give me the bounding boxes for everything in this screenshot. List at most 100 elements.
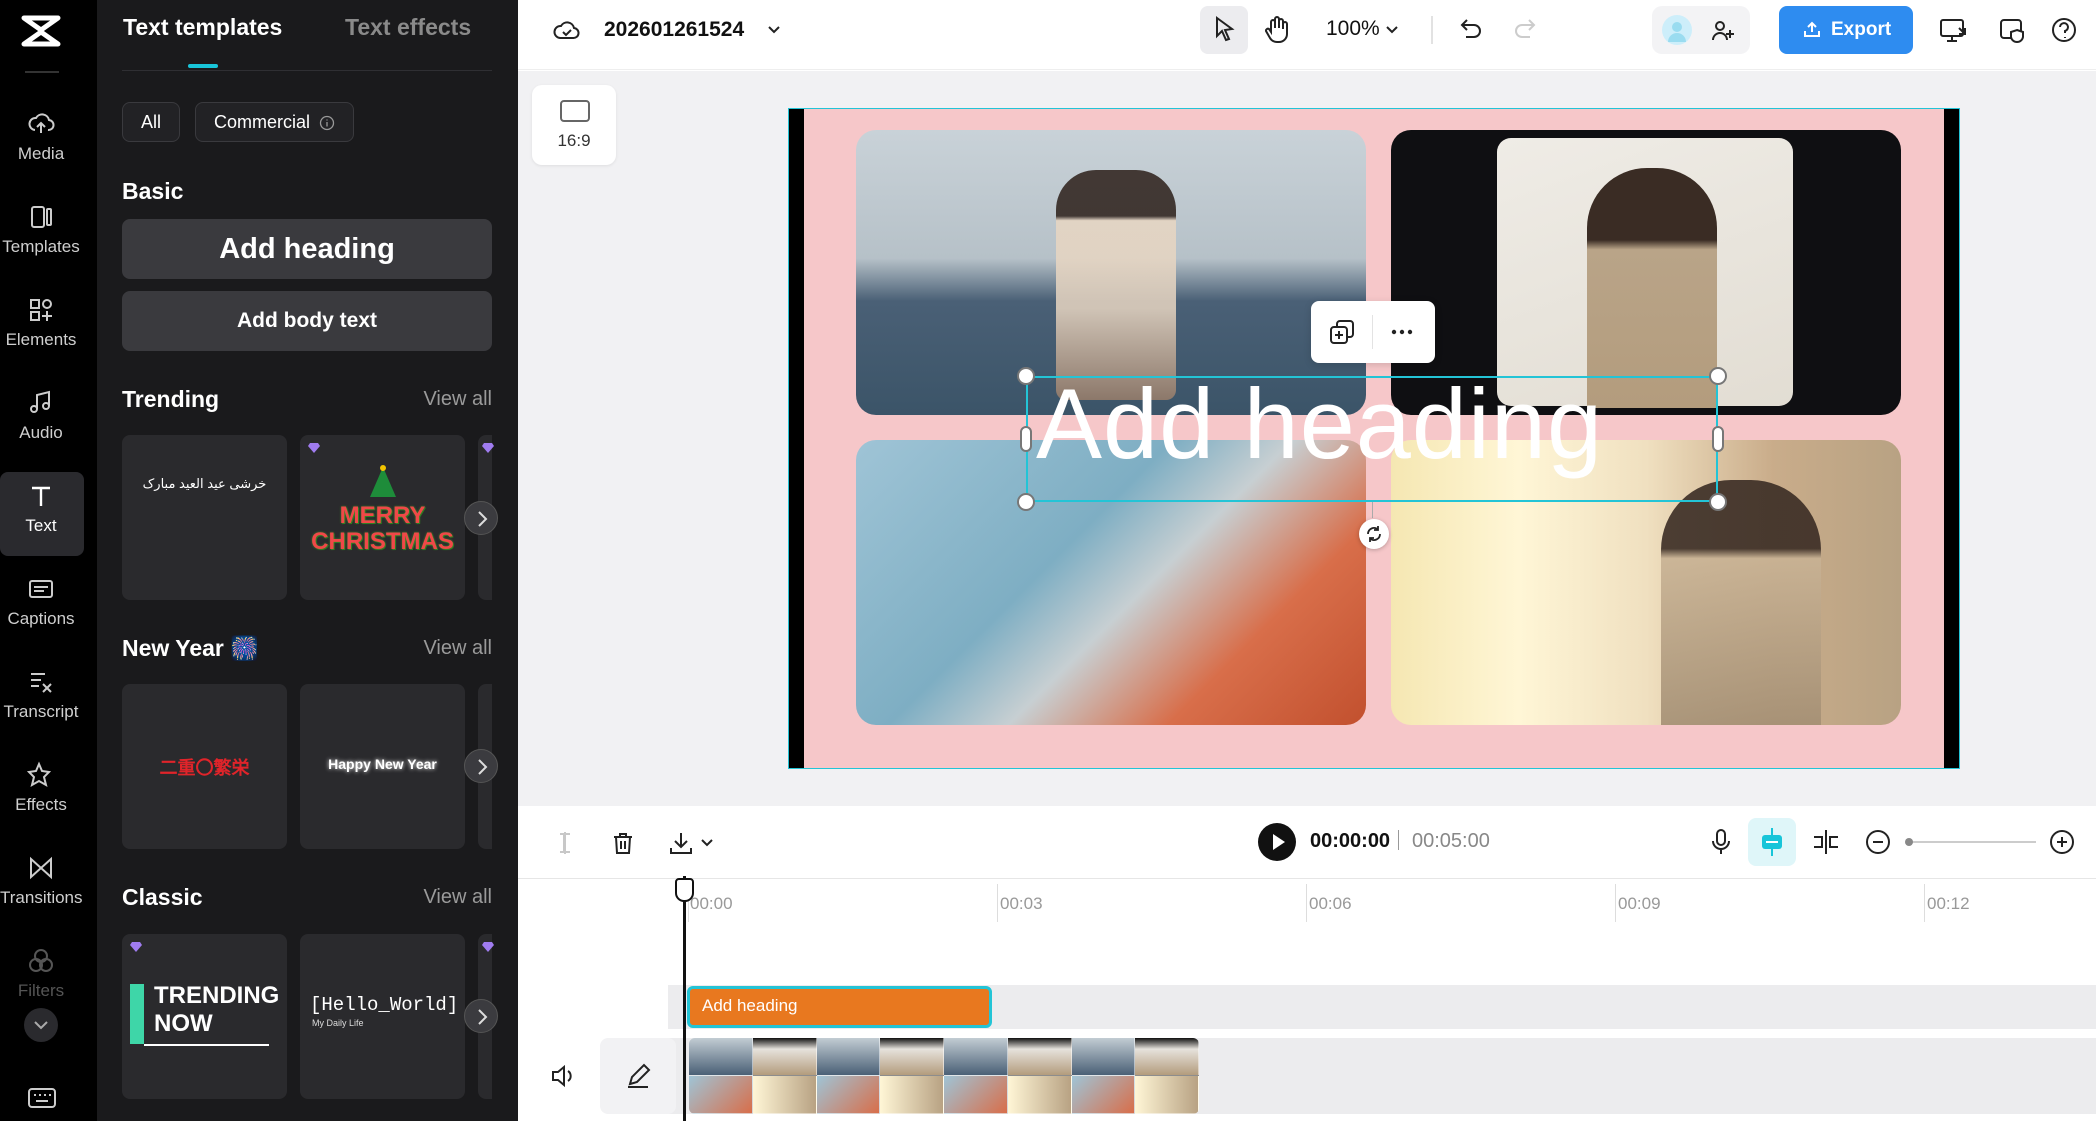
premium-diamond-icon	[482, 942, 494, 952]
duplicate-icon[interactable]	[1327, 317, 1357, 347]
timeline-zoom-slider[interactable]	[1905, 838, 2036, 846]
cloud-sync-icon[interactable]	[552, 16, 582, 46]
download-icon[interactable]	[666, 828, 696, 858]
view-all-classic-link[interactable]: View all	[423, 886, 492, 909]
edit-cover-button[interactable]	[600, 1038, 676, 1114]
undo-icon[interactable]	[1454, 14, 1486, 46]
select-tool-button[interactable]	[1200, 6, 1248, 54]
view-all-new-year-link[interactable]: View all	[423, 637, 492, 660]
zoom-slider-thumb[interactable]	[1905, 838, 1913, 846]
rail-expand-button[interactable]	[24, 1008, 58, 1042]
rail-item-effects[interactable]: Effects	[0, 751, 97, 835]
more-options-icon[interactable]	[1387, 317, 1417, 347]
carousel-next-button[interactable]	[464, 501, 498, 535]
help-icon[interactable]	[2048, 14, 2080, 46]
add-body-text-button[interactable]: Add body text	[122, 291, 492, 351]
carousel-next-button[interactable]	[464, 749, 498, 783]
rail-label: Text	[25, 516, 57, 535]
resize-handle-top-left[interactable]	[1017, 367, 1035, 385]
template-card[interactable]: TRENDING NOW	[122, 934, 287, 1099]
section-title-new-year: New Year 🎆	[122, 635, 259, 661]
collaborators-group[interactable]	[1652, 6, 1750, 54]
rail-item-elements[interactable]: Elements	[0, 286, 97, 370]
rail-label: Filters	[17, 981, 65, 1000]
template-card[interactable]: Happy New Year	[300, 684, 465, 849]
aspect-ratio-button[interactable]: 16:9	[532, 85, 616, 165]
template-card[interactable]: [Hello_World] My Daily Life	[300, 934, 465, 1099]
delete-icon[interactable]	[608, 828, 638, 858]
microphone-icon[interactable]	[1705, 826, 1737, 858]
hand-tool-button[interactable]	[1254, 6, 1302, 54]
carousel-next-button[interactable]	[464, 999, 498, 1033]
top-bar: 202601261524 100% Export	[518, 0, 2096, 70]
total-time: 00:05:00	[1412, 830, 1490, 852]
shield-check-icon[interactable]	[1996, 14, 2028, 46]
resize-handle-top-right[interactable]	[1709, 367, 1727, 385]
zoom-out-icon[interactable]	[1864, 828, 1892, 856]
premium-diamond-icon	[130, 942, 142, 952]
zoom-level[interactable]: 100%	[1326, 17, 1380, 41]
resize-handle-bottom-left[interactable]	[1017, 493, 1035, 511]
add-user-icon[interactable]	[1710, 18, 1736, 44]
ruler-tick: 00:12	[1927, 894, 1970, 913]
template-card[interactable]: خرشی عید العید مبارک	[122, 435, 287, 600]
add-heading-button[interactable]: Add heading	[122, 219, 492, 279]
rail-label: Captions	[7, 609, 75, 628]
capcut-logo-icon[interactable]	[18, 10, 64, 52]
filter-chip-commercial[interactable]: Commercial	[195, 102, 355, 142]
active-tab-indicator	[188, 64, 218, 68]
christmas-tree-icon	[370, 465, 396, 497]
template-preview-text: [Hello_World]	[310, 994, 459, 1016]
playhead[interactable]	[683, 876, 686, 1121]
play-button[interactable]	[1258, 823, 1296, 861]
chevron-down-icon[interactable]	[1382, 20, 1402, 40]
elements-icon	[27, 296, 55, 324]
rail-item-text[interactable]: Text	[0, 472, 97, 556]
underline-decoration	[144, 1044, 269, 1046]
chevron-down-icon[interactable]	[764, 20, 784, 40]
avatar[interactable]	[1662, 15, 1692, 45]
text-clip[interactable]: Add heading	[687, 986, 992, 1028]
export-button[interactable]: Export	[1779, 6, 1913, 54]
resize-handle-left[interactable]	[1020, 426, 1032, 452]
rotate-handle[interactable]	[1359, 519, 1389, 549]
resize-handle-bottom-right[interactable]	[1709, 493, 1727, 511]
project-name[interactable]: 202601261524	[604, 18, 744, 42]
zoom-in-icon[interactable]	[2048, 828, 2076, 856]
ruler-tick: 00:09	[1618, 894, 1661, 913]
view-all-trending-link[interactable]: View all	[423, 388, 492, 411]
template-card[interactable]: 二重〇繁栄	[122, 684, 287, 849]
transcript-icon	[27, 668, 55, 696]
snap-icon	[1762, 828, 1782, 856]
video-clip[interactable]	[689, 1038, 1199, 1114]
rotate-connector	[1372, 502, 1373, 518]
magnet-snap-button[interactable]	[1748, 818, 1796, 866]
rail-item-transitions[interactable]: Transitions	[0, 844, 97, 928]
rail-item-audio[interactable]: Audio	[0, 379, 97, 463]
panel-divider	[122, 70, 492, 71]
rail-item-templates[interactable]: Templates	[0, 193, 97, 277]
split-clip-icon[interactable]	[1810, 826, 1842, 858]
selection-box[interactable]	[1026, 376, 1718, 502]
playhead-handle[interactable]	[675, 878, 694, 902]
chevron-down-icon[interactable]	[698, 834, 716, 852]
volume-icon[interactable]	[548, 1061, 578, 1091]
rail-item-media[interactable]: Media	[0, 100, 97, 184]
rail-item-transcript[interactable]: Transcript	[0, 658, 97, 742]
effects-icon	[27, 761, 55, 789]
chevron-right-icon	[478, 759, 488, 775]
captions-icon	[27, 575, 55, 603]
canvas-stage[interactable]: 16:9 Add heading	[518, 71, 2096, 806]
rail-item-captions[interactable]: Captions	[0, 565, 97, 649]
split-icon[interactable]	[550, 828, 580, 858]
template-card[interactable]: MERRY CHRISTMAS	[300, 435, 465, 600]
filters-icon	[27, 947, 55, 975]
tab-text-templates[interactable]: Text templates	[123, 14, 282, 41]
timeline-toolbar: 00:00:00 00:05:00	[518, 806, 2096, 879]
present-screen-icon[interactable]	[1937, 14, 1969, 46]
filter-chip-all[interactable]: All	[122, 102, 181, 142]
resize-handle-right[interactable]	[1712, 426, 1724, 452]
tab-text-effects[interactable]: Text effects	[345, 14, 471, 41]
keyboard-icon[interactable]	[27, 1086, 57, 1110]
redo-icon[interactable]	[1510, 14, 1542, 46]
